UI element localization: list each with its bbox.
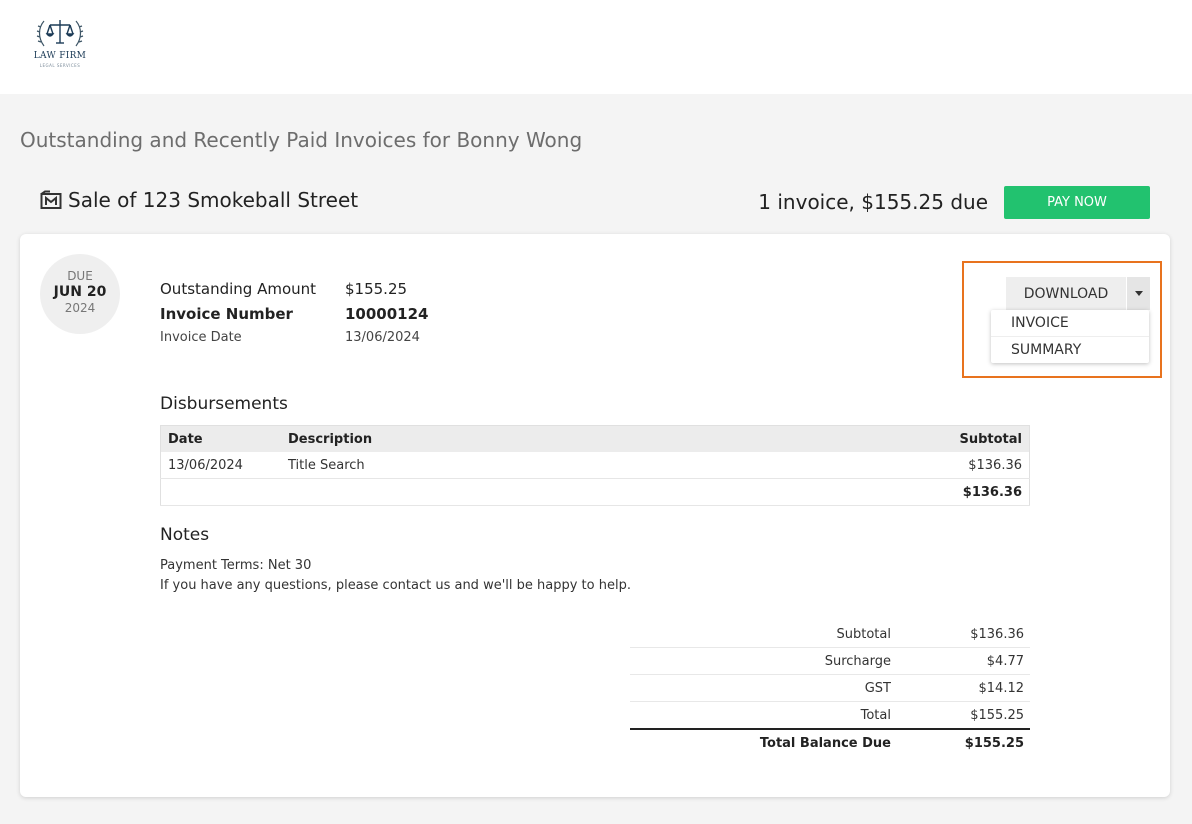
disbursements-table: Date Description Subtotal 13/06/2024 Tit… — [160, 425, 1030, 506]
balance-due-value: $155.25 — [964, 735, 1024, 751]
subtotal-label: Subtotal — [836, 626, 891, 642]
download-menu-summary[interactable]: SUMMARY — [991, 337, 1149, 363]
row-date: 13/06/2024 — [160, 452, 281, 479]
notes-heading: Notes — [160, 525, 210, 545]
logo-subtext: LEGAL SERVICES — [39, 63, 81, 68]
row-description: Title Search — [281, 452, 701, 479]
row-subtotal: $136.36 — [700, 452, 1030, 479]
surcharge-value: $4.77 — [986, 653, 1024, 669]
disbursements-heading: Disbursements — [160, 394, 288, 414]
gst-row: GST $14.12 — [630, 675, 1030, 702]
total-label: Total — [860, 707, 891, 723]
caret-down-icon — [1134, 291, 1143, 296]
law-firm-logo[interactable]: LAW FIRM LEGAL SERVICES — [30, 16, 90, 70]
totals-table: Subtotal $136.36 Surcharge $4.77 GST $14… — [630, 621, 1030, 756]
outstanding-row: Outstanding Amount $155.25 — [160, 276, 429, 301]
balance-due-row: Total Balance Due $155.25 — [630, 730, 1030, 756]
invoice-date-value: 13/06/2024 — [345, 329, 420, 345]
total-value: $155.25 — [970, 707, 1024, 723]
download-button[interactable]: DOWNLOAD — [1006, 277, 1126, 310]
download-dropdown-toggle[interactable] — [1127, 277, 1150, 310]
invoice-date-label: Invoice Date — [160, 329, 242, 345]
col-date: Date — [160, 425, 281, 452]
due-date-badge: DUE JUN 20 2024 — [40, 254, 120, 334]
balance-due-label: Total Balance Due — [759, 735, 891, 751]
due-year: 2024 — [64, 301, 96, 315]
col-subtotal: Subtotal — [700, 425, 1030, 452]
disbursements-total: $136.36 — [700, 478, 1030, 506]
invoice-summary: 1 invoice, $155.25 due — [758, 190, 988, 214]
matter-title: Sale of 123 Smokeball Street — [68, 188, 359, 212]
col-description: Description — [281, 425, 701, 452]
scales-icon — [36, 20, 84, 47]
subtotal-row: Subtotal $136.36 — [630, 621, 1030, 648]
notes-line-2: If you have any questions, please contac… — [160, 578, 631, 593]
due-label: DUE — [67, 269, 93, 283]
top-bar: LAW FIRM LEGAL SERVICES — [0, 0, 1192, 94]
logo-text: LAW FIRM — [33, 51, 87, 61]
gst-value: $14.12 — [978, 680, 1025, 696]
notes-line-1: Payment Terms: Net 30 — [160, 558, 312, 573]
invoice-number-row: Invoice Number 10000124 — [160, 301, 429, 326]
page-title: Outstanding and Recently Paid Invoices f… — [20, 128, 583, 152]
invoice-date-row: Invoice Date 13/06/2024 — [160, 326, 429, 348]
due-date: JUN 20 — [53, 284, 107, 300]
invoice-number-label: Invoice Number — [160, 304, 293, 323]
surcharge-label: Surcharge — [824, 653, 891, 669]
matter-briefcase-icon — [40, 190, 62, 209]
outstanding-label: Outstanding Amount — [160, 279, 317, 298]
invoice-info: Outstanding Amount $155.25 Invoice Numbe… — [160, 276, 429, 348]
notes-body: Payment Terms: Net 30 If you have any qu… — [160, 556, 631, 596]
table-total-row: $136.36 — [160, 478, 1030, 506]
matter-header: Sale of 123 Smokeball Street — [40, 188, 358, 212]
subtotal-value: $136.36 — [970, 626, 1024, 642]
total-row: Total $155.25 — [630, 702, 1030, 730]
invoice-card: DUE JUN 20 2024 Outstanding Amount $155.… — [20, 234, 1170, 797]
table-row: 13/06/2024 Title Search $136.36 — [160, 452, 1030, 479]
gst-label: GST — [864, 680, 891, 696]
download-menu-invoice[interactable]: INVOICE — [991, 310, 1149, 337]
table-header-row: Date Description Subtotal — [160, 425, 1030, 452]
download-menu: INVOICE SUMMARY — [991, 310, 1149, 363]
surcharge-row: Surcharge $4.77 — [630, 648, 1030, 675]
pay-now-button[interactable]: PAY NOW — [1004, 186, 1150, 219]
download-highlight: DOWNLOAD INVOICE SUMMARY — [962, 261, 1162, 378]
invoice-number-value: 10000124 — [345, 304, 429, 323]
outstanding-value: $155.25 — [345, 279, 408, 298]
